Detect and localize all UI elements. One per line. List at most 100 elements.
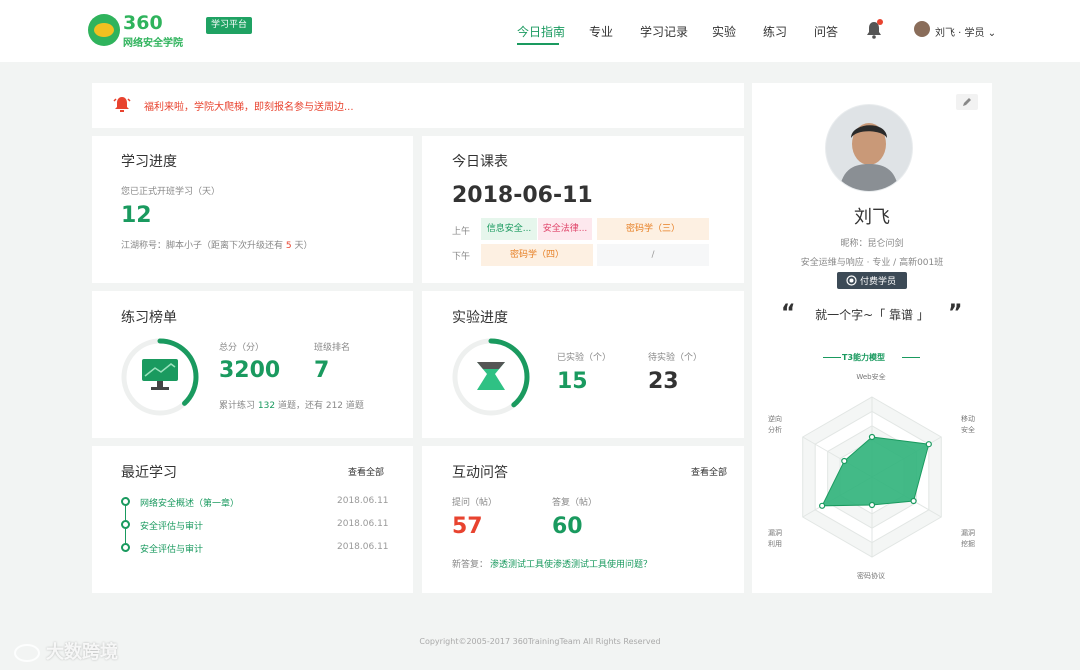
pencil-icon [963,98,971,106]
qa-answer-value: 60 [552,514,583,539]
radar-title-line-right [902,357,920,358]
watermark-logo-icon [14,644,40,662]
radar-chart [802,396,942,558]
profile-name: 刘飞 [854,207,890,228]
lab-todo-label: 待实验（个） [648,353,703,363]
nav-practice[interactable]: 练习 [763,23,787,40]
radar-axis-label: 移动安全 [961,415,975,434]
qa-latest-link[interactable]: 渗透测试工具使渗透测试工具使用问题？ [490,557,652,570]
radar-point [910,497,917,505]
schedule-date: 2018-06-11 [452,183,593,208]
radar-axis-label: 密码协议 [857,572,885,580]
watermark-text: 大数跨境 [46,642,118,663]
nav-major[interactable]: 专业 [589,23,613,40]
recent-title: 最近学习 [121,465,177,481]
timeline-dot [121,497,130,506]
user-avatar[interactable] [914,21,930,37]
medal-icon [846,275,857,286]
rank-suffix: 天） [294,241,313,251]
recent-item-date: 2018.06.11 [337,519,389,529]
practice-summary: 累计练习 132 道题，还有 212 道题 [219,398,364,411]
progress-days-value: 12 [121,203,152,228]
score-label: 总分（分） [219,343,265,353]
practiced-count: 132 [257,401,276,411]
timeline-dot [121,543,130,552]
rank-days: 5 [285,241,292,251]
recent-item-date: 2018.06.11 [337,496,389,506]
schedule-pm-course-2: / [597,244,709,266]
radar-axis-label: 漏洞挖掘 [961,529,975,548]
schedule-title: 今日课表 [452,154,508,170]
radar-title: T3能力模型 [842,353,886,362]
schedule-am-label: 上午 [452,227,471,237]
progress-title: 学习进度 [121,154,177,170]
nav-study-record[interactable]: 学习记录 [640,23,688,40]
alarm-icon [113,97,131,112]
radar-axis-label: Web安全 [856,373,886,381]
recent-item-title[interactable]: 安全评估与审计 [140,519,203,532]
summary-mid: 道题，还有 [277,401,323,411]
rank-prefix: 江湖称号：脚本小子（距离下次升级还有 [121,241,284,251]
class-rank-value: 7 [314,358,330,383]
radar-axis-label: 逆向分析 [768,415,782,434]
footer-copyright: Copyright©2005-2017 360TrainingTeam All … [419,637,661,646]
notice-text[interactable]: 福利来啦，学院大爬梯，即刻报名参与送周边... [144,98,354,113]
class-rank-label: 班级排名 [314,343,351,353]
summary-prefix: 累计练习 [219,401,256,411]
radar-point [925,441,932,448]
edit-button[interactable] [956,94,978,110]
progress-days-label: 您已正式开班学习（天） [121,187,221,197]
logo[interactable]: 360 网络安全学院 [88,12,200,49]
radar-point [819,502,826,509]
qa-latest-prefix: 新答复： [452,560,489,570]
qa-title: 互动问答 [452,465,508,481]
profile-nickname: 昵称：昆仑问剑 [840,239,904,249]
lab-done-label: 已实验（个） [557,353,612,363]
nav-lab[interactable]: 实验 [712,23,736,40]
profile-program: 安全运维与响应 · 专业 / 高新001班 [800,258,944,268]
radar-point [868,501,876,509]
nav-active-indicator [517,43,559,45]
logo-icon [88,14,120,46]
logo-number: 360 [123,12,163,34]
recent-item-title[interactable]: 安全评估与审计 [140,542,203,555]
nav-qa[interactable]: 问答 [814,23,838,40]
profile-avatar [825,104,913,192]
remaining-count: 212 [325,401,344,411]
lab-title: 实验进度 [452,310,508,326]
user-menu[interactable]: 刘飞 · 学员 ⌄ [935,24,996,39]
notification-dot [877,19,883,25]
lab-todo-value: 23 [648,369,679,394]
quote-close-icon: ” [948,301,963,326]
recent-item-date: 2018.06.11 [337,542,389,552]
watermark: 大数跨境 [14,638,118,664]
qa-ask-value: 57 [452,514,483,539]
schedule-am-course-1[interactable]: 信息安全... [481,218,537,240]
radar-axis-label: 漏洞利用 [768,529,782,548]
radar-point [841,457,848,465]
schedule-pm-label: 下午 [452,252,471,262]
qa-view-all-link[interactable]: 查看全部 [691,465,727,478]
progress-rank-text: 江湖称号：脚本小子（距离下次升级还有 5 天） [121,238,313,251]
schedule-am-course-2[interactable]: 安全法律... [538,218,592,240]
timeline-dot [121,520,130,529]
paid-member-label: 付费学员 [860,277,897,287]
lab-done-value: 15 [557,369,588,394]
flask-icon [477,362,505,390]
paid-member-badge: 付费学员 [837,272,907,289]
qa-answer-label: 答复（帖） [552,498,598,508]
schedule-am-course-3[interactable]: 密码学（三） [597,218,709,240]
qa-ask-label: 提问（帖） [452,498,498,508]
score-value: 3200 [219,358,281,383]
recent-item-title[interactable]: 网络安全概述（第一章） [140,496,239,509]
radar-point [868,433,876,441]
ranking-title: 练习榜单 [121,310,177,326]
logo-text: 网络安全学院 [123,38,183,49]
summary-suffix: 道题 [345,401,364,411]
recent-view-all-link[interactable]: 查看全部 [348,465,384,478]
nav-today-guide[interactable]: 今日指南 [517,23,565,40]
monitor-icon [142,359,178,390]
top-header: 360 网络安全学院 学习平台 今日指南 专业 学习记录 实验 练习 问答 刘飞… [0,0,1080,62]
schedule-pm-course-1[interactable]: 密码学（四） [481,244,593,266]
platform-tag: 学习平台 [206,17,253,34]
